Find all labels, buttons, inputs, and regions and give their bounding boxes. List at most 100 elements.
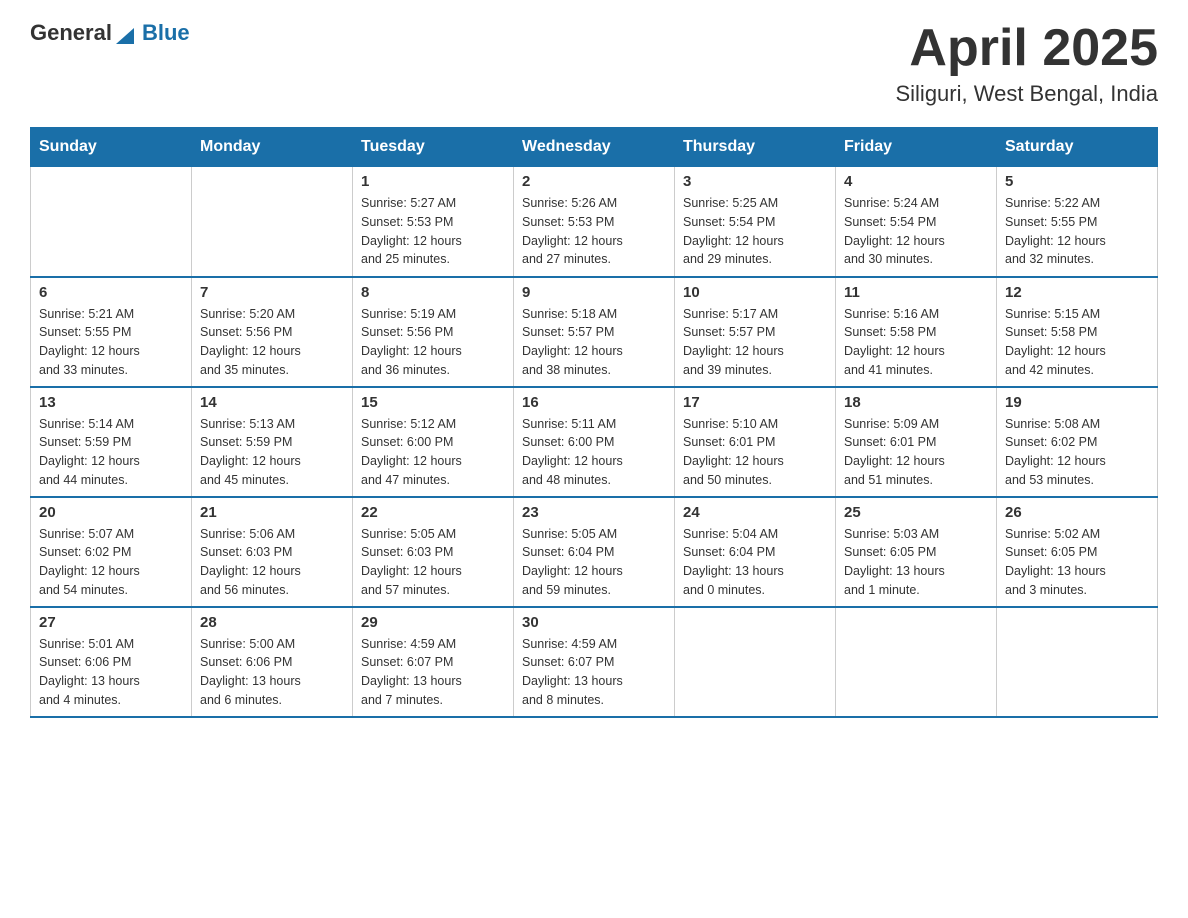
calendar-table: SundayMondayTuesdayWednesdayThursdayFrid… [30, 127, 1158, 718]
calendar-week-row: 27Sunrise: 5:01 AMSunset: 6:06 PMDayligh… [31, 607, 1158, 717]
calendar-cell: 19Sunrise: 5:08 AMSunset: 6:02 PMDayligh… [997, 387, 1158, 497]
day-number: 17 [683, 394, 827, 411]
calendar-cell: 5 Sunrise: 5:22 AMSunset: 5:55 PMDaylight… [997, 167, 1158, 277]
calendar-cell [836, 607, 997, 717]
calendar-cell: 20 Sunrise: 5:07 AMSunset: 6:02 PMDayligh… [31, 497, 192, 607]
logo-icon [116, 22, 134, 44]
calendar-cell: 7 Sunrise: 5:20 AMSunset: 5:56 PMDaylight… [192, 277, 353, 387]
day-number: 22 [361, 504, 505, 521]
day-number: 14 [200, 394, 344, 411]
calendar-cell: 16 Sunrise: 5:11 AMSunset: 6:00 PMDayligh… [514, 387, 675, 497]
day-info: Sunrise: 5:19 AMSunset: 5:56 PMDaylight:… [361, 305, 505, 380]
calendar-week-row: 20 Sunrise: 5:07 AMSunset: 6:02 PMDayligh… [31, 497, 1158, 607]
calendar-cell [31, 167, 192, 277]
day-number: 29 [361, 614, 505, 631]
day-number: 5 [1005, 173, 1149, 190]
day-number: 3 [683, 173, 827, 190]
day-info: Sunrise: 5:17 AMSunset: 5:57 PMDaylight:… [683, 305, 827, 380]
day-info: Sunrise: 5:00 AMSunset: 6:06 PMDaylight:… [200, 635, 344, 710]
day-info: Sunrise: 5:07 AMSunset: 6:02 PMDaylight:… [39, 525, 183, 600]
logo-blue-text: Blue [142, 20, 190, 46]
day-number: 25 [844, 504, 988, 521]
day-number: 24 [683, 504, 827, 521]
day-info: Sunrise: 5:09 AMSunset: 6:01 PMDaylight:… [844, 415, 988, 490]
calendar-cell: 28 Sunrise: 5:00 AMSunset: 6:06 PMDayligh… [192, 607, 353, 717]
day-info: Sunrise: 5:15 AMSunset: 5:58 PMDaylight:… [1005, 305, 1149, 380]
day-info: Sunrise: 5:20 AMSunset: 5:56 PMDaylight:… [200, 305, 344, 380]
day-number: 30 [522, 614, 666, 631]
day-info: Sunrise: 5:21 AMSunset: 5:55 PMDaylight:… [39, 305, 183, 380]
weekday-header-tuesday: Tuesday [353, 128, 514, 167]
day-number: 23 [522, 504, 666, 521]
day-info: Sunrise: 4:59 AMSunset: 6:07 PMDaylight:… [522, 635, 666, 710]
calendar-cell: 18 Sunrise: 5:09 AMSunset: 6:01 PMDayligh… [836, 387, 997, 497]
day-number: 6 [39, 284, 183, 301]
day-info: Sunrise: 5:08 AMSunset: 6:02 PMDaylight:… [1005, 415, 1149, 490]
day-info: Sunrise: 5:13 AMSunset: 5:59 PMDaylight:… [200, 415, 344, 490]
day-number: 4 [844, 173, 988, 190]
day-info: Sunrise: 4:59 AMSunset: 6:07 PMDaylight:… [361, 635, 505, 710]
title-block: April 2025 Siliguri, West Bengal, India [895, 20, 1158, 107]
month-title: April 2025 [895, 20, 1158, 77]
calendar-cell: 26 Sunrise: 5:02 AMSunset: 6:05 PMDayligh… [997, 497, 1158, 607]
day-info: Sunrise: 5:22 AMSunset: 5:55 PMDaylight:… [1005, 194, 1149, 269]
day-number: 28 [200, 614, 344, 631]
day-number: 7 [200, 284, 344, 301]
calendar-cell: 30 Sunrise: 4:59 AMSunset: 6:07 PMDayligh… [514, 607, 675, 717]
day-number: 16 [522, 394, 666, 411]
day-info: Sunrise: 5:18 AMSunset: 5:57 PMDaylight:… [522, 305, 666, 380]
weekday-header-saturday: Saturday [997, 128, 1158, 167]
calendar-cell [192, 167, 353, 277]
calendar-cell: 2Sunrise: 5:26 AMSunset: 5:53 PMDaylight… [514, 167, 675, 277]
day-info: Sunrise: 5:05 AMSunset: 6:03 PMDaylight:… [361, 525, 505, 600]
day-info: Sunrise: 5:24 AMSunset: 5:54 PMDaylight:… [844, 194, 988, 269]
day-info: Sunrise: 5:16 AMSunset: 5:58 PMDaylight:… [844, 305, 988, 380]
calendar-cell: 22 Sunrise: 5:05 AMSunset: 6:03 PMDayligh… [353, 497, 514, 607]
calendar-cell: 8 Sunrise: 5:19 AMSunset: 5:56 PMDaylight… [353, 277, 514, 387]
calendar-cell: 3 Sunrise: 5:25 AMSunset: 5:54 PMDaylight… [675, 167, 836, 277]
day-number: 9 [522, 284, 666, 301]
calendar-cell: 25 Sunrise: 5:03 AMSunset: 6:05 PMDayligh… [836, 497, 997, 607]
day-info: Sunrise: 5:14 AMSunset: 5:59 PMDaylight:… [39, 415, 183, 490]
day-number: 26 [1005, 504, 1149, 521]
calendar-cell: 14 Sunrise: 5:13 AMSunset: 5:59 PMDayligh… [192, 387, 353, 497]
day-number: 20 [39, 504, 183, 521]
calendar-cell: 9 Sunrise: 5:18 AMSunset: 5:57 PMDaylight… [514, 277, 675, 387]
calendar-cell: 11 Sunrise: 5:16 AMSunset: 5:58 PMDayligh… [836, 277, 997, 387]
logo: General Blue [30, 20, 190, 46]
calendar-cell: 27Sunrise: 5:01 AMSunset: 6:06 PMDayligh… [31, 607, 192, 717]
calendar-cell: 10 Sunrise: 5:17 AMSunset: 5:57 PMDayligh… [675, 277, 836, 387]
day-info: Sunrise: 5:02 AMSunset: 6:05 PMDaylight:… [1005, 525, 1149, 600]
calendar-cell: 23Sunrise: 5:05 AMSunset: 6:04 PMDayligh… [514, 497, 675, 607]
day-number: 18 [844, 394, 988, 411]
calendar-cell [675, 607, 836, 717]
calendar-cell: 17Sunrise: 5:10 AMSunset: 6:01 PMDayligh… [675, 387, 836, 497]
calendar-cell: 4 Sunrise: 5:24 AMSunset: 5:54 PMDaylight… [836, 167, 997, 277]
weekday-header-thursday: Thursday [675, 128, 836, 167]
weekday-header-row: SundayMondayTuesdayWednesdayThursdayFrid… [31, 128, 1158, 167]
day-number: 10 [683, 284, 827, 301]
day-info: Sunrise: 5:11 AMSunset: 6:00 PMDaylight:… [522, 415, 666, 490]
calendar-cell: 1Sunrise: 5:27 AMSunset: 5:53 PMDaylight… [353, 167, 514, 277]
day-info: Sunrise: 5:03 AMSunset: 6:05 PMDaylight:… [844, 525, 988, 600]
weekday-header-sunday: Sunday [31, 128, 192, 167]
calendar-cell: 21 Sunrise: 5:06 AMSunset: 6:03 PMDayligh… [192, 497, 353, 607]
calendar-cell: 13 Sunrise: 5:14 AMSunset: 5:59 PMDayligh… [31, 387, 192, 497]
day-info: Sunrise: 5:12 AMSunset: 6:00 PMDaylight:… [361, 415, 505, 490]
weekday-header-friday: Friday [836, 128, 997, 167]
page-header: General Blue April 2025 Siliguri, West B… [30, 20, 1158, 107]
calendar-week-row: 13 Sunrise: 5:14 AMSunset: 5:59 PMDayligh… [31, 387, 1158, 497]
day-number: 21 [200, 504, 344, 521]
calendar-cell [997, 607, 1158, 717]
day-info: Sunrise: 5:25 AMSunset: 5:54 PMDaylight:… [683, 194, 827, 269]
day-number: 2 [522, 173, 666, 190]
calendar-week-row: 1Sunrise: 5:27 AMSunset: 5:53 PMDaylight… [31, 167, 1158, 277]
day-number: 8 [361, 284, 505, 301]
day-number: 13 [39, 394, 183, 411]
day-info: Sunrise: 5:04 AMSunset: 6:04 PMDaylight:… [683, 525, 827, 600]
calendar-cell: 12Sunrise: 5:15 AMSunset: 5:58 PMDayligh… [997, 277, 1158, 387]
day-number: 11 [844, 284, 988, 301]
day-info: Sunrise: 5:06 AMSunset: 6:03 PMDaylight:… [200, 525, 344, 600]
logo-general-text: General [30, 20, 112, 46]
day-number: 1 [361, 173, 505, 190]
